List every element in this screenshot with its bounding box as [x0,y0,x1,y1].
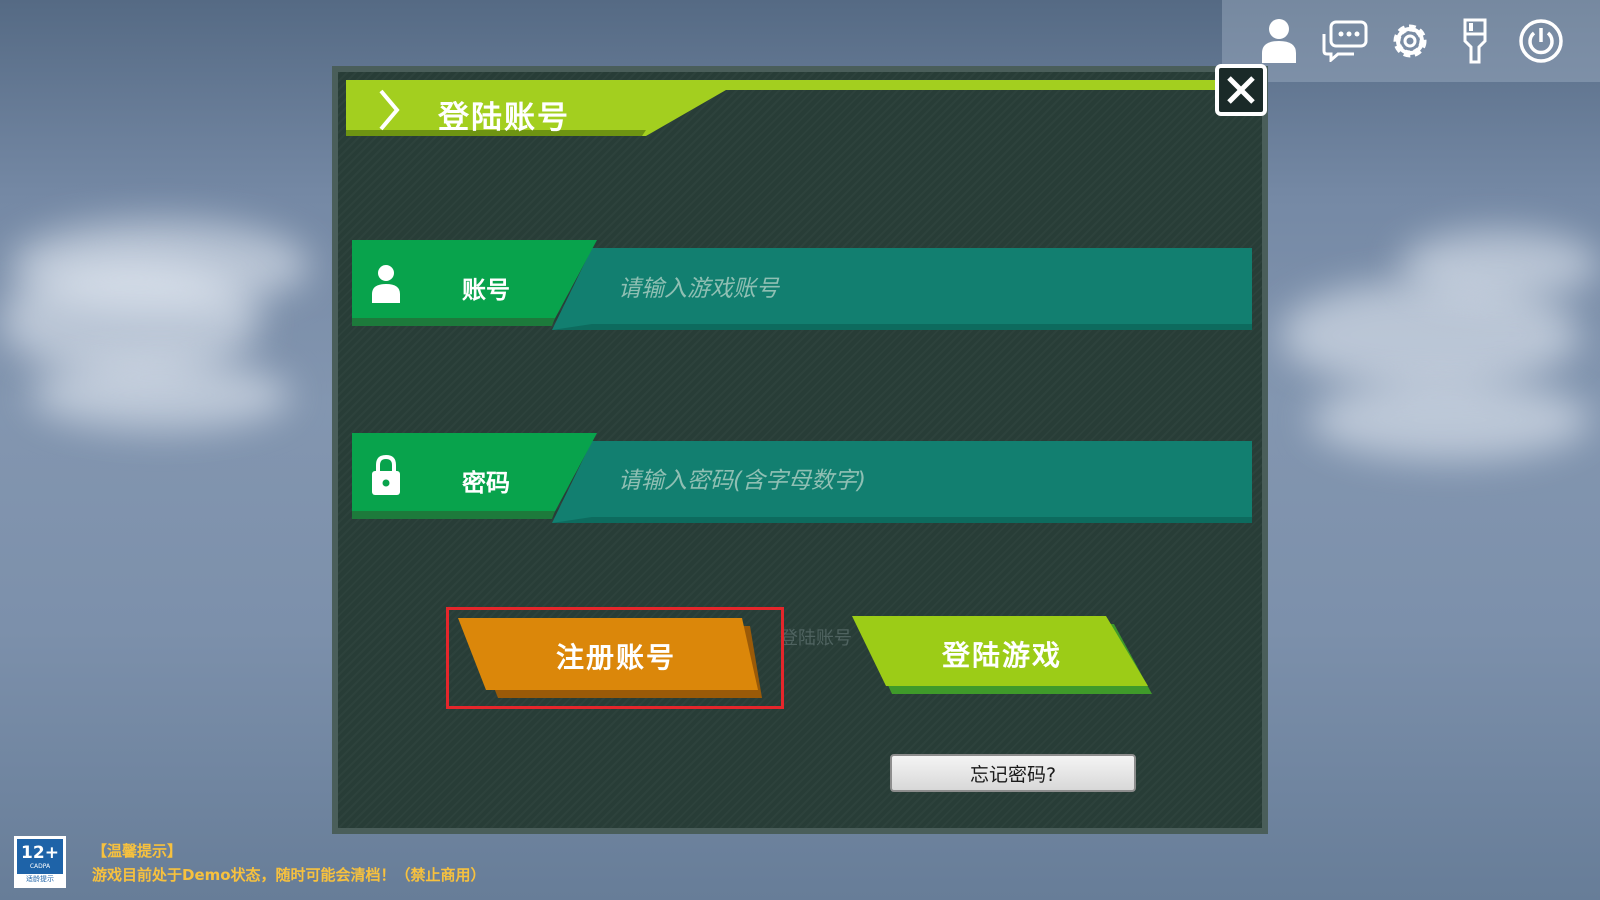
age-rating-sub: CADPA [29,863,51,870]
login-label[interactable]: 登陆游戏 [942,634,1062,674]
power-icon[interactable] [1514,14,1568,68]
password-label: 密码 [462,469,510,497]
user-icon[interactable] [1252,14,1306,68]
lock-icon [372,454,400,495]
password-input[interactable] [616,462,1220,500]
chevron-right-icon [379,89,400,131]
close-button[interactable] [1215,64,1267,116]
age-rating-caption: 适龄提示 [17,874,63,885]
account-input[interactable] [616,270,1220,308]
register-label[interactable]: 注册账号 [556,636,676,676]
notice-text: 游戏目前处于Demo状态，随时可能会清档！（禁止商用） [92,866,486,884]
chat-icon[interactable] [1318,14,1372,68]
age-rating-number: 12+ [21,843,59,863]
gear-icon[interactable] [1383,14,1437,68]
cloud [30,360,290,430]
cloud [1400,230,1600,300]
close-icon [1227,76,1255,104]
notice-title: 【温馨提示】 [92,842,183,860]
dialog-title: 登陆账号 [438,100,570,136]
account-label: 账号 [462,276,510,304]
brush-icon[interactable] [1448,14,1502,68]
ghost-login-label: 登陆账号 [780,628,852,649]
cloud [1310,380,1590,460]
user-icon [372,265,400,303]
age-rating-badge: 12+ CADPA 适龄提示 [14,836,66,888]
forgot-password-button[interactable]: 忘记密码? [890,754,1136,792]
